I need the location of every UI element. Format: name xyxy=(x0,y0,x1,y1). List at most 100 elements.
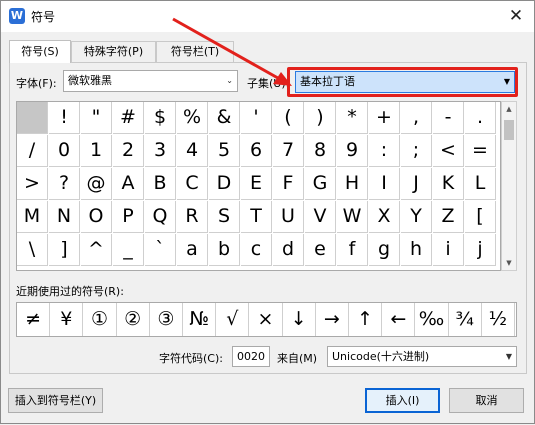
symbol-cell[interactable]: F xyxy=(273,168,304,200)
recent-symbol-cell[interactable]: × xyxy=(249,303,283,336)
from-select[interactable]: Unicode(十六进制) ▼ xyxy=(327,346,517,367)
symbol-cell[interactable]: @ xyxy=(81,168,112,200)
scroll-up-icon[interactable]: ▲ xyxy=(502,102,516,116)
symbol-cell[interactable]: j xyxy=(465,234,496,266)
symbol-cell[interactable]: ( xyxy=(273,102,304,134)
symbol-cell[interactable]: ^ xyxy=(81,234,112,266)
recent-symbol-cell[interactable]: ¾ xyxy=(449,303,482,336)
symbol-cell[interactable]: ' xyxy=(241,102,272,134)
symbol-cell[interactable]: 6 xyxy=(241,135,272,167)
symbol-cell[interactable]: T xyxy=(241,201,272,233)
symbol-cell[interactable] xyxy=(17,102,48,134)
symbol-cell[interactable]: 8 xyxy=(305,135,336,167)
recent-symbol-cell[interactable]: ③ xyxy=(150,303,183,336)
recent-symbol-cell[interactable]: ‰ xyxy=(415,303,449,336)
symbol-cell[interactable]: $ xyxy=(145,102,176,134)
symbol-cell[interactable]: 4 xyxy=(177,135,208,167)
symbol-cell[interactable]: e xyxy=(305,234,336,266)
symbol-cell[interactable]: N xyxy=(49,201,80,233)
symbol-cell[interactable]: 5 xyxy=(209,135,240,167)
recent-symbol-cell[interactable]: ½ xyxy=(482,303,515,336)
symbol-cell[interactable]: C xyxy=(177,168,208,200)
symbol-cell[interactable]: . xyxy=(465,102,496,134)
recent-symbol-cell[interactable]: ↓ xyxy=(283,303,316,336)
symbol-grid-scrollbar[interactable]: ▲ ▼ xyxy=(501,101,517,271)
symbol-cell[interactable]: \ xyxy=(17,234,48,266)
symbol-cell[interactable]: < xyxy=(433,135,464,167)
recent-symbol-cell[interactable]: ¥ xyxy=(50,303,84,336)
symbol-cell[interactable]: # xyxy=(113,102,144,134)
symbol-cell[interactable]: d xyxy=(273,234,304,266)
symbol-cell[interactable]: f xyxy=(337,234,368,266)
symbol-cell[interactable]: * xyxy=(337,102,368,134)
scrollbar-thumb[interactable] xyxy=(504,120,514,140)
symbol-cell[interactable]: b xyxy=(209,234,240,266)
symbol-cell[interactable]: 1 xyxy=(81,135,112,167)
symbol-cell[interactable]: G xyxy=(305,168,336,200)
scroll-down-icon[interactable]: ▼ xyxy=(502,256,516,270)
recent-symbol-cell[interactable]: ← xyxy=(382,303,416,336)
symbol-cell[interactable]: H xyxy=(337,168,368,200)
symbol-cell[interactable]: 2 xyxy=(113,135,144,167)
symbol-cell[interactable]: h xyxy=(401,234,432,266)
symbol-cell[interactable]: B xyxy=(145,168,176,200)
recent-symbol-cell[interactable]: → xyxy=(316,303,349,336)
symbol-cell[interactable]: = xyxy=(465,135,496,167)
symbol-cell[interactable]: : xyxy=(369,135,400,167)
cancel-button[interactable]: 取消 xyxy=(449,388,524,413)
add-to-symbol-bar-button[interactable]: 插入到符号栏(Y) xyxy=(8,388,103,413)
symbol-cell[interactable]: i xyxy=(433,234,464,266)
tab-symbol-bar[interactable]: 符号栏(T) xyxy=(156,41,234,63)
symbol-cell[interactable]: D xyxy=(209,168,240,200)
symbol-cell[interactable]: ] xyxy=(49,234,80,266)
insert-button[interactable]: 插入(I) xyxy=(365,388,440,413)
symbol-cell[interactable]: M xyxy=(17,201,48,233)
symbol-cell[interactable]: - xyxy=(433,102,464,134)
symbol-cell[interactable]: O xyxy=(81,201,112,233)
tab-special-characters[interactable]: 特殊字符(P) xyxy=(71,41,156,63)
symbol-cell[interactable]: % xyxy=(177,102,208,134)
symbol-cell[interactable]: 3 xyxy=(145,135,176,167)
symbol-cell[interactable]: / xyxy=(17,135,48,167)
symbol-cell[interactable]: R xyxy=(177,201,208,233)
symbol-cell[interactable]: P xyxy=(113,201,144,233)
symbol-cell[interactable]: S xyxy=(209,201,240,233)
font-select[interactable]: 微软雅黑 ⌄ xyxy=(63,70,238,92)
symbol-cell[interactable]: a xyxy=(177,234,208,266)
recent-symbol-cell[interactable]: ↑ xyxy=(349,303,383,336)
symbol-cell[interactable]: ; xyxy=(401,135,432,167)
symbol-cell[interactable]: + xyxy=(369,102,400,134)
symbol-cell[interactable]: 0 xyxy=(49,135,80,167)
symbol-cell[interactable]: L xyxy=(465,168,496,200)
symbol-cell[interactable]: [ xyxy=(465,201,496,233)
symbol-cell[interactable]: ! xyxy=(49,102,80,134)
symbol-cell[interactable]: ` xyxy=(145,234,176,266)
symbol-cell[interactable]: A xyxy=(113,168,144,200)
recent-symbol-cell[interactable]: ① xyxy=(83,303,117,336)
symbol-cell[interactable]: Z xyxy=(433,201,464,233)
symbol-cell[interactable]: Q xyxy=(145,201,176,233)
symbol-cell[interactable]: I xyxy=(369,168,400,200)
symbol-cell[interactable]: V xyxy=(305,201,336,233)
symbol-cell[interactable]: K xyxy=(433,168,464,200)
symbol-cell[interactable]: _ xyxy=(113,234,144,266)
symbol-cell[interactable]: ) xyxy=(305,102,336,134)
symbol-cell[interactable]: > xyxy=(17,168,48,200)
symbol-cell[interactable]: & xyxy=(209,102,240,134)
symbol-cell[interactable]: " xyxy=(81,102,112,134)
symbol-cell[interactable]: 9 xyxy=(337,135,368,167)
symbol-cell[interactable]: 7 xyxy=(273,135,304,167)
symbol-cell[interactable]: J xyxy=(401,168,432,200)
symbol-cell[interactable]: g xyxy=(369,234,400,266)
symbol-cell[interactable]: X xyxy=(369,201,400,233)
symbol-cell[interactable]: U xyxy=(273,201,304,233)
recent-symbol-cell[interactable]: № xyxy=(183,303,217,336)
symbol-cell[interactable]: E xyxy=(241,168,272,200)
symbol-cell[interactable]: Y xyxy=(401,201,432,233)
recent-symbol-cell[interactable]: ② xyxy=(117,303,150,336)
recent-symbol-cell[interactable]: ≠ xyxy=(17,303,51,336)
symbol-cell[interactable]: , xyxy=(401,102,432,134)
tab-symbols[interactable]: 符号(S) xyxy=(9,40,71,63)
symbol-cell[interactable]: ? xyxy=(49,168,80,200)
recent-symbol-cell[interactable]: √ xyxy=(216,303,250,336)
